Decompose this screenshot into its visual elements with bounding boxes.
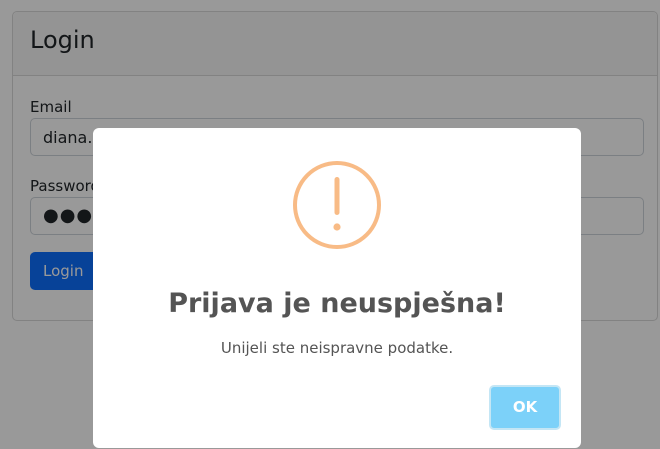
dialog-message: Unijeli ste neispravne podatke. [220, 339, 454, 357]
ok-button[interactable]: OK [489, 385, 561, 430]
modal-backdrop[interactable]: Prijava je neuspješna! Unijeli ste neisp… [0, 0, 660, 449]
error-dialog: Prijava je neuspješna! Unijeli ste neisp… [93, 128, 581, 448]
dialog-title: Prijava je neuspješna! [168, 288, 506, 319]
exclamation-circle-icon [293, 161, 381, 249]
